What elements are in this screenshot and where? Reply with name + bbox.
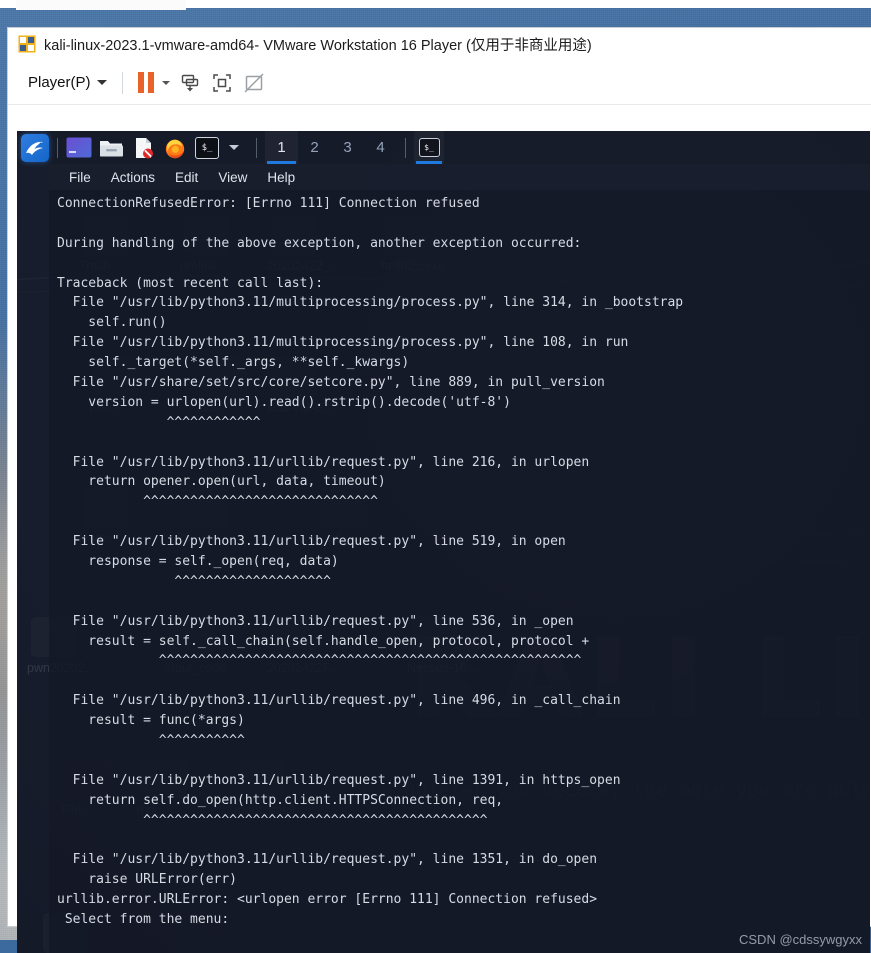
- send-key-icon: [181, 74, 198, 91]
- unity-mode-button[interactable]: [238, 68, 270, 98]
- workspace-switcher: 1234: [265, 131, 397, 164]
- vmware-icon: [18, 35, 36, 53]
- workspace-button-3[interactable]: 3: [331, 131, 364, 164]
- terminal-line: return opener.open(url, data, timeout): [57, 474, 386, 490]
- kali-dragon-icon[interactable]: [21, 133, 49, 162]
- terminal-line: ^^^^^^^^^^^^^^^^^^^^^^^^^^^^^^^^^^^^^^^^…: [57, 812, 488, 828]
- terminal-output[interactable]: ConnectionRefusedError: [Errno 111] Conn…: [49, 190, 870, 953]
- player-menu-label: Player(P): [28, 74, 91, 91]
- terminal-black-icon: $_: [195, 136, 219, 159]
- terminal-purple-icon: [66, 137, 92, 158]
- terminal-emulator-launcher[interactable]: [66, 135, 92, 161]
- terminal-line: urllib.error.URLError: <urlopen error [E…: [57, 892, 598, 908]
- launcher-dropdown[interactable]: [226, 135, 242, 161]
- terminal-line: version = urlopen(url).read().rstrip().d…: [57, 394, 511, 410]
- workspace-button-2[interactable]: 2: [298, 131, 331, 164]
- terminal-line: ^^^^^^^^^^^^^^^^^^^^^^^^^^^^^^^^^^^^^^^^…: [57, 653, 582, 669]
- toolbar-separator: [121, 71, 123, 94]
- terminal-line: File "/usr/lib/python3.11/urllib/request…: [57, 534, 566, 550]
- document-blocked-icon: [135, 137, 153, 158]
- terminal-black-icon: $_: [418, 138, 440, 157]
- terminal-window: File Actions Edit View Help ConnectionRefuse…: [49, 164, 870, 953]
- background-window-strip-secondary: [16, 0, 186, 10]
- workspace-button-1[interactable]: 1: [265, 131, 298, 164]
- terminal-menu-actions[interactable]: Actions: [101, 168, 165, 187]
- terminal-menu-bar: File Actions Edit View Help: [49, 164, 870, 190]
- panel-separator: [57, 137, 58, 158]
- terminal-line: result = self._call_chain(self.handle_op…: [57, 633, 590, 649]
- terminal-line: File "/usr/lib/python3.11/multiprocessin…: [57, 295, 684, 311]
- terminal-menu-view[interactable]: View: [208, 168, 257, 187]
- terminal-line: ^^^^^^^^^^^^^^^^^^^^: [57, 573, 331, 589]
- firefox-launcher[interactable]: [162, 135, 188, 161]
- suspend-dropdown[interactable]: [158, 68, 174, 98]
- terminal-line: result = func(*args): [57, 713, 245, 729]
- terminal-line: File "/usr/share/set/src/core/setcore.py…: [57, 375, 605, 391]
- unity-mode-icon: [243, 72, 264, 93]
- terminal-line: self.run(): [57, 315, 167, 331]
- vmware-player-window: kali-linux-2023.1-vmware-amd64- VMware W…: [8, 28, 871, 953]
- terminal-line: ConnectionRefusedError: [Errno 111] Conn…: [57, 196, 480, 211]
- send-ctrl-alt-del-button[interactable]: [174, 68, 206, 98]
- text-editor-launcher[interactable]: [130, 135, 156, 161]
- terminal-line: Select from the menu:: [57, 912, 230, 928]
- panel-separator-3: [405, 137, 406, 158]
- terminal-line: File "/usr/lib/python3.11/urllib/request…: [57, 852, 598, 868]
- panel-separator-2: [256, 137, 257, 158]
- terminal-line: ^^^^^^^^^^^^^^^^^^^^^^^^^^^^^^: [57, 494, 378, 510]
- workspace-button-4[interactable]: 4: [364, 131, 397, 164]
- taskbar-window-terminal[interactable]: $_: [414, 131, 444, 164]
- terminal-line: response = self._open(req, data): [57, 554, 339, 570]
- terminal-menu-help[interactable]: Help: [257, 168, 305, 187]
- terminal-line: File "/usr/lib/python3.11/multiprocessin…: [57, 335, 629, 351]
- terminal-line: self._target(*self._args, **self._kwargs…: [57, 355, 410, 371]
- terminal-line: raise URLError(err): [57, 872, 238, 888]
- fullscreen-button[interactable]: [206, 68, 238, 98]
- firefox-icon: [165, 139, 185, 158]
- terminal-line: ^^^^^^^^^^^^: [57, 414, 261, 430]
- terminal-line: ^^^^^^^^^^^: [57, 733, 245, 749]
- folder-icon: [99, 141, 123, 157]
- chevron-down-icon: [96, 80, 107, 85]
- terminal-line: Traceback (most recent call last):: [57, 275, 324, 291]
- terminal-menu-file[interactable]: File: [59, 168, 101, 187]
- root-terminal-launcher[interactable]: $_: [194, 135, 220, 161]
- vmware-title-bar: kali-linux-2023.1-vmware-amd64- VMware W…: [8, 28, 871, 61]
- terminal-line: File "/usr/lib/python3.11/urllib/request…: [57, 454, 590, 470]
- kali-guest-screen: KALI LINUX "the quieter you become, the …: [17, 131, 870, 953]
- player-menu-button[interactable]: Player(P): [24, 68, 111, 98]
- chevron-down-icon: [161, 80, 170, 85]
- terminal-menu-edit[interactable]: Edit: [165, 168, 208, 187]
- file-manager-launcher[interactable]: [98, 135, 124, 161]
- vmware-toolbar: Player(P): [8, 61, 871, 105]
- pause-icon: [137, 72, 154, 93]
- kali-dragon-glyph: [26, 141, 43, 155]
- suspend-button[interactable]: [134, 68, 158, 98]
- fullscreen-icon: [212, 73, 231, 92]
- terminal-line: File "/usr/lib/python3.11/urllib/request…: [57, 613, 574, 629]
- terminal-line: File "/usr/lib/python3.11/urllib/request…: [57, 693, 621, 709]
- terminal-line: return self.do_open(http.client.HTTPSCon…: [57, 792, 504, 808]
- window-title: kali-linux-2023.1-vmware-amd64- VMware W…: [44, 37, 592, 54]
- chevron-down-icon: [229, 145, 239, 150]
- kali-taskbar: $_ 1234 $_: [17, 131, 870, 164]
- terminal-line: File "/usr/lib/python3.11/urllib/request…: [57, 772, 621, 788]
- terminal-line: During handling of the above exception, …: [57, 235, 582, 251]
